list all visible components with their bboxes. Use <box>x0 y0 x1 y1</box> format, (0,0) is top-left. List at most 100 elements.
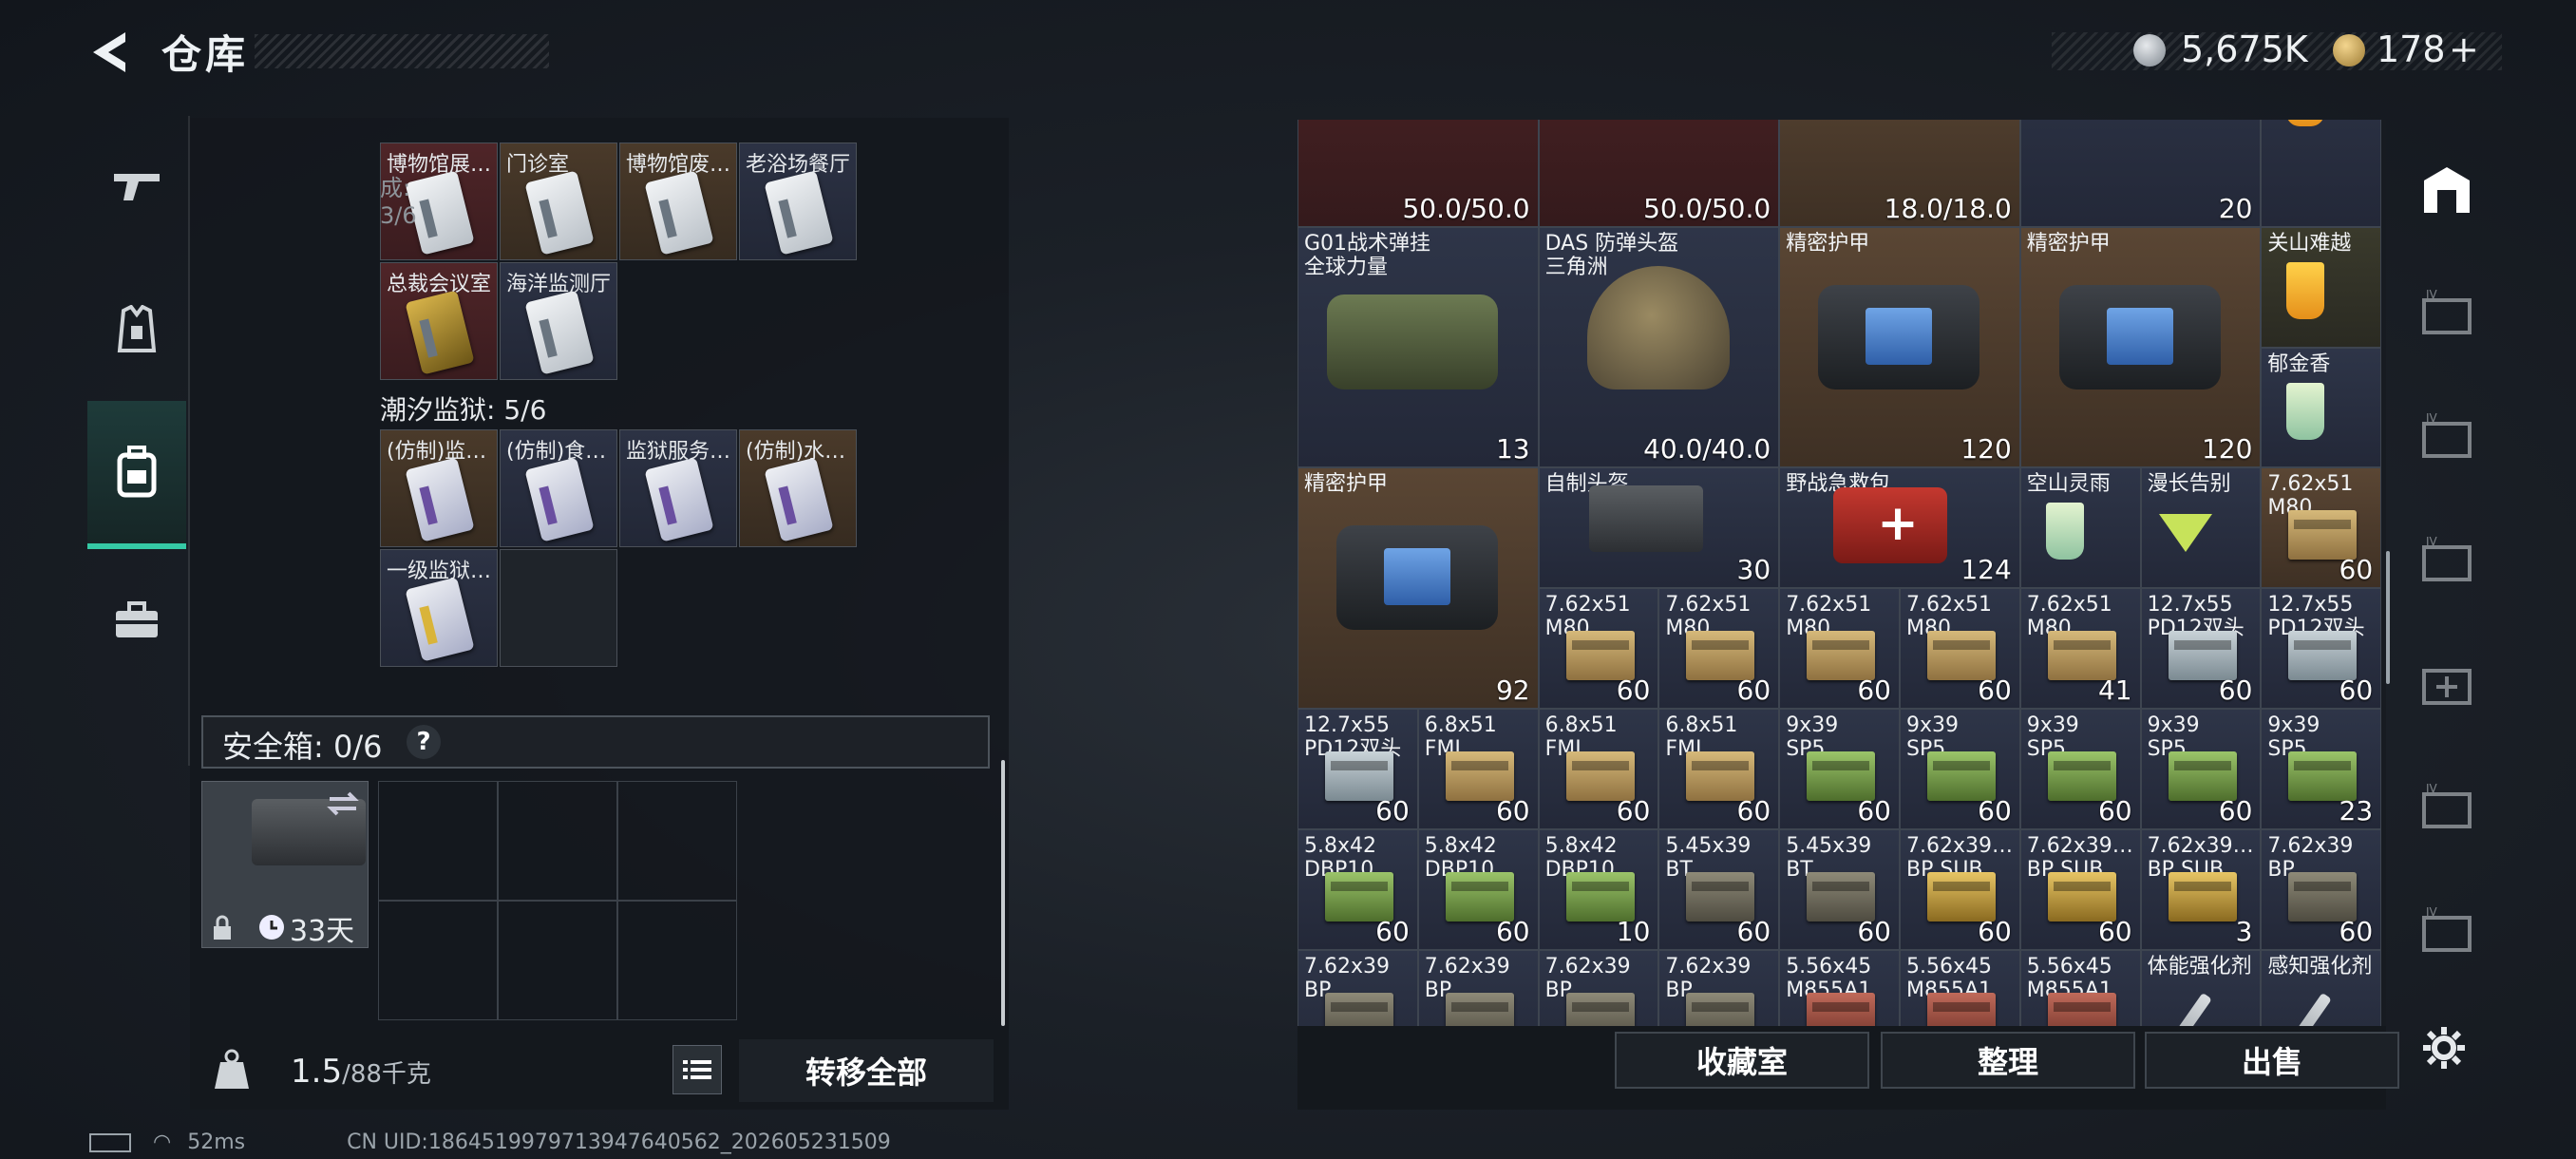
nav-case[interactable] <box>87 549 186 692</box>
drink-item[interactable]: 空山灵雨 <box>2019 467 2141 589</box>
nav-weapons[interactable] <box>87 116 186 258</box>
safebox-slot[interactable] <box>617 781 737 901</box>
left-scrollbar[interactable] <box>1001 760 1005 1026</box>
ammo-item[interactable]: 7.62x51 M80 60 <box>2261 467 2382 589</box>
ammo-item[interactable]: 5.8x42 DBP10 10 <box>1538 828 1659 950</box>
precision-armor-item[interactable]: 精密护甲 120 <box>1779 226 2020 468</box>
empty-slot[interactable] <box>500 549 617 667</box>
drink-item[interactable]: 郁金香 <box>2261 347 2382 468</box>
storage-tab-1-icon[interactable]: IV <box>2418 285 2475 342</box>
ammo-item[interactable]: 7.62x51 M80 41 <box>2019 588 2141 710</box>
sort-button[interactable]: 整理 <box>1881 1032 2135 1089</box>
storage-tab-3-icon[interactable]: IV <box>2418 532 2475 589</box>
keycard-item[interactable]: 门诊室 <box>500 142 617 260</box>
ammo-box-icon <box>1807 871 1876 922</box>
title-decoration <box>255 34 549 68</box>
ammo-item[interactable]: 7.62x39… BP SUB 3 <box>2140 828 2262 950</box>
ammo-item[interactable]: 7.62x39 BP <box>1538 949 1659 1030</box>
ammo-item[interactable]: 12.7x55 PD12双头 60 <box>2140 588 2262 710</box>
ammo-item[interactable]: 5.8x42 DBP10 60 <box>1297 828 1418 950</box>
keycard-item[interactable]: 一级监狱… <box>380 549 498 667</box>
homemade-helmet-item[interactable]: 自制头盔 30 <box>1538 467 1780 589</box>
ammo-item[interactable]: 5.8x42 DBP10 60 <box>1417 828 1539 950</box>
ammo-item[interactable]: 6.8x51 FMJ 60 <box>1658 709 1780 829</box>
ammo-item[interactable]: 9x39 SP5 60 <box>2140 709 2262 829</box>
nav-armor[interactable] <box>87 258 186 401</box>
stim-item[interactable]: 感知强化剂 <box>2261 949 2382 1030</box>
ammo-item[interactable]: 7.62x39… BP SUB 60 <box>1900 828 2020 950</box>
back-arrow-icon[interactable] <box>87 28 133 76</box>
precision-armor-item[interactable]: 精密护甲 120 <box>2019 226 2262 468</box>
backpack-item[interactable]: 20 <box>2019 120 2262 227</box>
safe-case-item[interactable]: 33天 <box>201 781 369 948</box>
g01-tactical-rig-item[interactable]: G01战术弹挂 全球力量 13 <box>1297 226 1539 468</box>
das-helmet-item[interactable]: DAS 防弹头盔 三角洲 40.0/40.0 <box>1538 226 1780 468</box>
keycard-item[interactable]: 总裁会议室 <box>380 262 498 380</box>
item-count: 120 <box>2201 433 2253 466</box>
clock-icon <box>259 915 284 940</box>
warehouse-tab-icon[interactable] <box>2418 162 2475 218</box>
keycard-item[interactable]: 海洋监测厅 <box>500 262 617 380</box>
keycard-item[interactable]: (仿制)水… <box>739 429 857 547</box>
precision-armor-item[interactable]: 精密护甲 92 <box>1297 467 1539 710</box>
ammo-item[interactable]: 5.56x45 M855A1 <box>2019 949 2141 1030</box>
keycard-item[interactable]: 老浴场餐厅 <box>739 142 857 260</box>
keycard-item[interactable]: (仿制)监… <box>380 429 498 547</box>
ammo-item[interactable]: 7.62x39 BP <box>1417 949 1539 1030</box>
ammo-item[interactable]: 7.62x51 M80 60 <box>1658 588 1780 710</box>
nav-backpack[interactable] <box>87 401 186 549</box>
storage-tab-2-icon[interactable]: IV <box>2418 408 2475 466</box>
ammo-item[interactable]: 9x39 SP5 60 <box>1779 709 1900 829</box>
medkit-item[interactable]: 野战急救包124 <box>1779 467 2020 589</box>
ammo-item[interactable]: 7.62x51 M80 60 <box>1779 588 1900 710</box>
ammo-item[interactable]: 7.62x51 M80 60 <box>1900 588 2020 710</box>
ammo-item[interactable]: 6.8x51 FMJ 60 <box>1538 709 1659 829</box>
help-icon[interactable]: ? <box>407 725 441 759</box>
armor-item[interactable]: 18.0/18.0 <box>1779 120 2020 227</box>
collection-room-button[interactable]: 收藏室 <box>1615 1032 1869 1089</box>
armor-item[interactable]: 50.0/50.0 <box>1538 120 1780 227</box>
ammo-item[interactable]: 5.56x45 M855A1 <box>1779 949 1900 1030</box>
item-count: 60 <box>2339 674 2374 707</box>
ammo-item[interactable]: 7.62x39 BP <box>1658 949 1780 1030</box>
ammo-item[interactable]: 5.45x39 BT 60 <box>1658 828 1780 950</box>
ammo-item[interactable]: 9x39 SP5 60 <box>1900 709 2020 829</box>
ammo-item[interactable]: 6.8x51 FMJ 60 <box>1417 709 1539 829</box>
drink-item[interactable]: 关山难越 <box>2261 226 2382 348</box>
safebox-slot[interactable] <box>617 901 737 1020</box>
item-count: 10 <box>1616 915 1651 947</box>
ammo-item[interactable]: 7.62x51 M80 60 <box>1538 588 1659 710</box>
ammo-item[interactable]: 12.7x55 PD12双头 60 <box>2261 588 2382 710</box>
storage-tab-4-icon[interactable]: IV <box>2418 779 2475 836</box>
swap-icon[interactable] <box>326 789 360 818</box>
sell-button[interactable]: 出售 <box>2145 1032 2399 1089</box>
armor-item[interactable]: 50.0/50.0 <box>1297 120 1539 227</box>
ammo-item[interactable]: 5.45x39 BT 60 <box>1779 828 1900 950</box>
stim-item[interactable]: 体能强化剂 <box>2140 949 2262 1030</box>
keycard-item[interactable]: 监狱服务… <box>619 429 737 547</box>
ammo-item[interactable]: 7.62x39 BP <box>1297 949 1418 1030</box>
list-view-button[interactable] <box>672 1045 722 1094</box>
ammo-item[interactable]: 12.7x55 PD12双头 60 <box>1297 709 1418 829</box>
ammo-item[interactable]: 9x39 SP5 60 <box>2019 709 2141 829</box>
drink-item[interactable]: 漫长告别 <box>2140 467 2262 589</box>
keycard-item[interactable]: 博物馆废… <box>619 142 737 260</box>
settings-gear-icon[interactable] <box>2420 1024 2468 1072</box>
right-scrollbar[interactable] <box>2386 551 2390 684</box>
keycard-item[interactable]: (仿制)食… <box>500 429 617 547</box>
svg-text:IV: IV <box>2426 535 2438 548</box>
transfer-all-button[interactable]: 转移全部 <box>739 1039 994 1102</box>
ammo-item[interactable]: 5.56x45 M855A1 <box>1900 949 2020 1030</box>
safebox-slot[interactable] <box>378 781 498 901</box>
ammo-item[interactable]: 9x39 SP5 23 <box>2261 709 2382 829</box>
add-storage-tab-icon[interactable] <box>2418 656 2475 712</box>
ammo-item[interactable]: 7.62x39… BP SUB 60 <box>2019 828 2141 950</box>
drink-item[interactable] <box>2261 120 2382 227</box>
weight-max: /88千克 <box>342 1060 431 1089</box>
safebox-slot[interactable] <box>498 901 617 1020</box>
safebox-slot[interactable] <box>378 901 498 1020</box>
storage-tab-5-icon[interactable]: IV <box>2418 902 2475 960</box>
safebox-slot[interactable] <box>498 781 617 901</box>
add-currency-button[interactable]: + <box>2449 28 2479 70</box>
ammo-item[interactable]: 7.62x39 BP 60 <box>2261 828 2382 950</box>
